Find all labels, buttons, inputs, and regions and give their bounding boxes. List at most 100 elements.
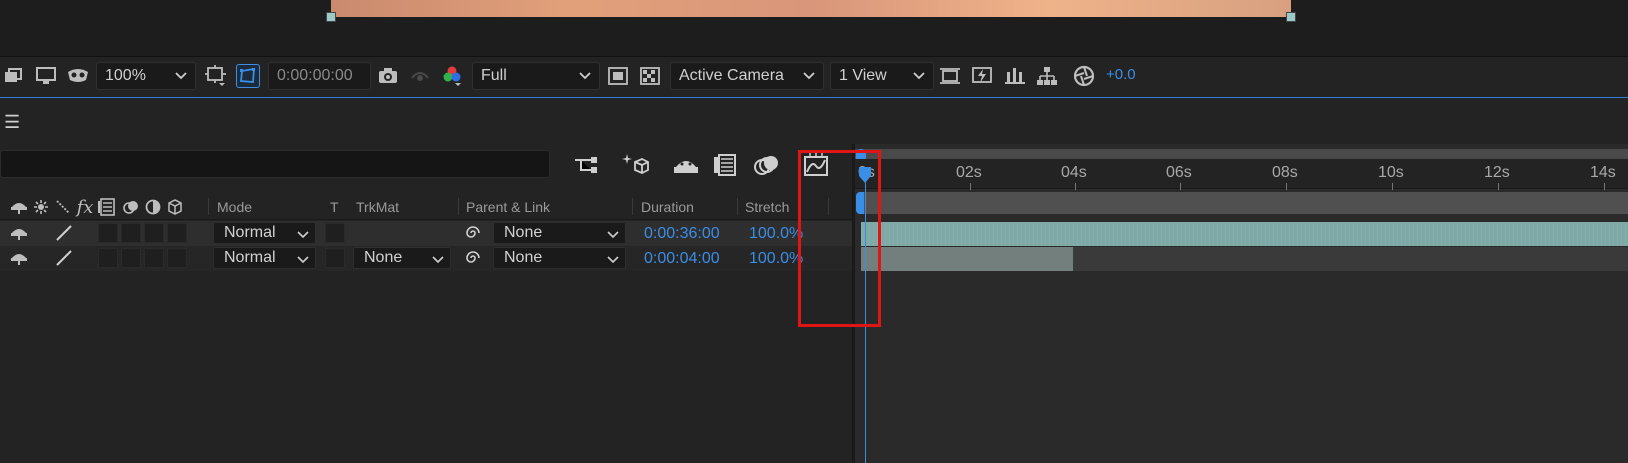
always-preview-icon[interactable] bbox=[2, 64, 26, 88]
motion-blur-switch[interactable] bbox=[144, 248, 164, 268]
ruler-tick bbox=[1498, 183, 1499, 190]
toggle-pixel-aspect-icon[interactable] bbox=[938, 64, 962, 88]
layer-1-duration[interactable]: 0:00:36:00 bbox=[644, 225, 720, 243]
composition-frame[interactable] bbox=[331, 0, 1291, 17]
zoom-dropdown[interactable]: 100% bbox=[96, 62, 196, 90]
ruler-tick bbox=[1392, 183, 1393, 190]
zoom-value: 100% bbox=[105, 67, 146, 84]
layer-1-preserve-transparency-switch[interactable] bbox=[325, 223, 345, 243]
motion-blur-icon[interactable] bbox=[752, 152, 780, 178]
effects-switch[interactable] bbox=[98, 223, 118, 243]
duration-column-label[interactable]: Duration bbox=[641, 199, 694, 215]
region-of-interest-icon[interactable] bbox=[204, 64, 228, 88]
stretch-column-label[interactable]: Stretch bbox=[745, 199, 789, 215]
transparency-grid-toggle-icon[interactable] bbox=[236, 64, 260, 88]
shy-switch-icon[interactable] bbox=[9, 248, 29, 268]
monitor-icon[interactable] bbox=[34, 64, 58, 88]
composition-mini-flowchart-icon[interactable] bbox=[572, 152, 600, 178]
chevron-down-icon bbox=[607, 227, 619, 247]
tick-label-7: 14s bbox=[1590, 164, 1616, 181]
layer-1-parent-value: None bbox=[504, 224, 543, 241]
show-snapshot-icon[interactable] bbox=[408, 64, 432, 88]
ruler-tick bbox=[1180, 183, 1181, 190]
layer-2-stretch[interactable]: 100.0% bbox=[749, 250, 803, 268]
column-separator bbox=[208, 198, 209, 215]
column-separator bbox=[632, 198, 633, 215]
frame-blending-icon[interactable] bbox=[712, 152, 740, 178]
parent-pick-whip-icon[interactable] bbox=[463, 223, 483, 243]
collapse-transform-column-icon[interactable] bbox=[32, 197, 50, 217]
layer-2-preserve-transparency-switch[interactable] bbox=[325, 248, 345, 268]
tick-label-5: 10s bbox=[1378, 164, 1404, 181]
hide-shy-layers-icon[interactable] bbox=[672, 152, 700, 178]
view-layout-value: 1 View bbox=[839, 67, 887, 84]
transparency-grid-icon[interactable] bbox=[638, 64, 662, 88]
layer-2-trkmat-dropdown[interactable]: None bbox=[353, 247, 451, 269]
time-navigator-bar[interactable] bbox=[855, 149, 1628, 159]
layer-search-input[interactable] bbox=[0, 150, 550, 178]
layer-2-duration-bar[interactable] bbox=[861, 247, 1073, 271]
layer-2-parent-dropdown[interactable]: None bbox=[493, 247, 626, 269]
trkmat-column-label[interactable]: TrkMat bbox=[356, 199, 399, 215]
frame-blend-column-icon[interactable] bbox=[98, 197, 116, 217]
camera-view-dropdown[interactable]: Active Camera bbox=[670, 62, 824, 90]
3d-layer-column-icon[interactable] bbox=[166, 197, 184, 217]
effects-column-icon[interactable]: fx bbox=[76, 197, 94, 218]
layer-1-stretch[interactable]: 100.0% bbox=[749, 225, 803, 243]
flowchart-icon[interactable] bbox=[1035, 64, 1059, 88]
timeline-panel-icon[interactable] bbox=[1003, 64, 1027, 88]
work-area-bar[interactable] bbox=[860, 192, 1628, 214]
exposure-value[interactable]: +0.0 bbox=[1106, 66, 1136, 83]
layer-2-mode-dropdown[interactable]: Normal bbox=[213, 247, 316, 269]
resolution-dropdown[interactable]: Full bbox=[472, 62, 600, 90]
column-separator bbox=[458, 198, 459, 215]
current-time-value: 0:00:00:00 bbox=[277, 67, 353, 84]
layer-1-bar-texture bbox=[861, 222, 1628, 246]
frame-blend-switch[interactable] bbox=[121, 223, 141, 243]
quality-switch-icon[interactable] bbox=[54, 223, 74, 243]
fast-preview-bolt-icon[interactable] bbox=[970, 64, 994, 88]
adjustment-layer-column-icon[interactable] bbox=[144, 197, 162, 217]
bounding-handle-right[interactable] bbox=[1286, 12, 1296, 22]
channel-rgb-icon[interactable] bbox=[440, 64, 464, 88]
tick-label-6: 12s bbox=[1484, 164, 1510, 181]
chevron-down-icon bbox=[175, 69, 187, 88]
3d-layer-switch[interactable] bbox=[167, 248, 187, 268]
parent-pick-whip-icon[interactable] bbox=[463, 248, 483, 268]
bounding-handle-left[interactable] bbox=[326, 12, 336, 22]
snapshot-camera-icon[interactable] bbox=[376, 64, 400, 88]
effects-switch[interactable] bbox=[98, 248, 118, 268]
layer-1-mode-value: Normal bbox=[224, 224, 276, 241]
tick-label-3: 06s bbox=[1166, 164, 1192, 181]
motion-blur-column-icon[interactable] bbox=[122, 197, 140, 217]
layer-2-duration[interactable]: 0:00:04:00 bbox=[644, 250, 720, 268]
mask-visibility-icon[interactable] bbox=[66, 64, 90, 88]
tick-label-4: 08s bbox=[1272, 164, 1298, 181]
layer-2-parent-value: None bbox=[504, 249, 543, 266]
layer-1-parent-dropdown[interactable]: None bbox=[493, 222, 626, 244]
view-layout-dropdown[interactable]: 1 View bbox=[830, 62, 934, 90]
camera-view-value: Active Camera bbox=[679, 67, 784, 84]
current-time-field[interactable]: 0:00:00:00 bbox=[268, 62, 371, 90]
layer-2-trkmat-value: None bbox=[364, 249, 403, 266]
shy-switch-icon[interactable] bbox=[9, 223, 29, 243]
ruler-tick bbox=[1604, 183, 1605, 190]
highlight-annotation bbox=[798, 150, 881, 327]
shy-column-icon[interactable] bbox=[10, 197, 28, 217]
motion-blur-switch[interactable] bbox=[144, 223, 164, 243]
chevron-down-icon bbox=[432, 252, 444, 272]
panel-menu-icon[interactable]: ☰ bbox=[4, 112, 20, 133]
quality-switch-icon[interactable] bbox=[54, 248, 74, 268]
parent-column-label[interactable]: Parent & Link bbox=[466, 199, 550, 215]
draft-3d-icon[interactable] bbox=[621, 152, 649, 178]
3d-layer-switch[interactable] bbox=[167, 223, 187, 243]
frame-blend-switch[interactable] bbox=[121, 248, 141, 268]
t-column-label[interactable]: T bbox=[330, 199, 339, 215]
mode-column-label[interactable]: Mode bbox=[217, 199, 252, 215]
resolution-value: Full bbox=[481, 67, 507, 84]
fast-previews-icon[interactable] bbox=[606, 64, 630, 88]
layer-1-mode-dropdown[interactable]: Normal bbox=[213, 222, 316, 244]
quality-column-icon[interactable] bbox=[54, 197, 72, 217]
exposure-icon[interactable] bbox=[1072, 64, 1096, 88]
chevron-down-icon bbox=[607, 252, 619, 272]
